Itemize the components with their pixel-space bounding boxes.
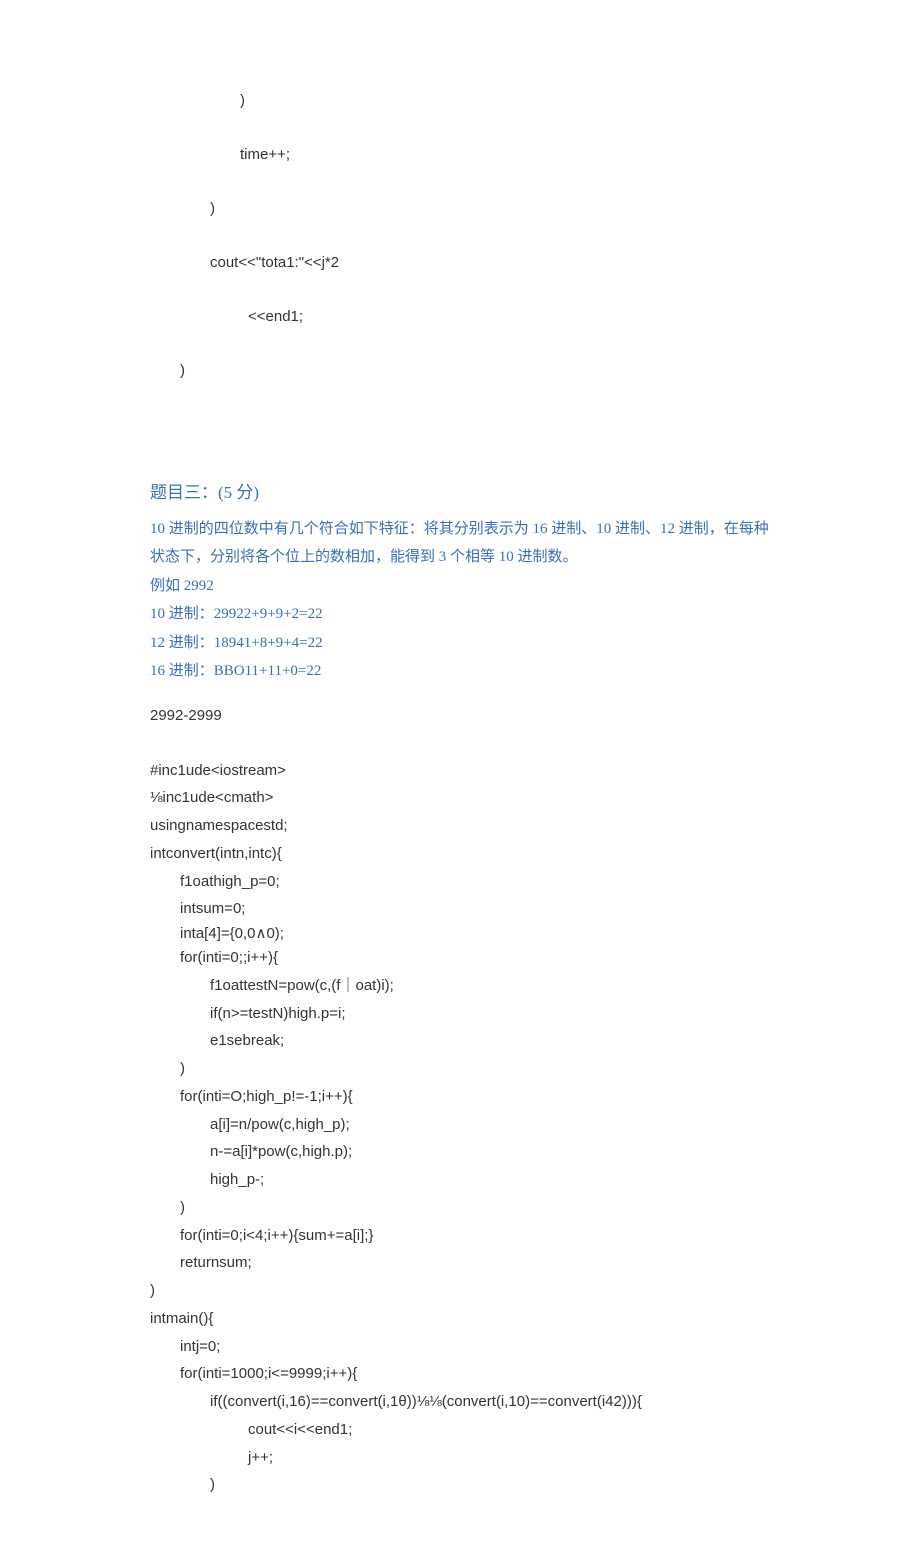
code-line: for(inti=0;i<4;i++){sum+=a[i];}: [150, 1222, 770, 1250]
code-line: inta[4]={0,0∧0);: [150, 923, 770, 944]
desc-line: 状态下，分别将各个位上的数相加，能得到 3 个相等 10 进制数。: [150, 543, 770, 572]
main-code-block: #inc1ude<iostream> ⅛inc1ude<cmath> using…: [150, 757, 770, 1500]
code-line: a[i]=n/pow(c,high_p);: [150, 1111, 770, 1139]
page: ) time++; ) cout<<"tota1:"<<j*2 <<end1; …: [0, 0, 920, 1559]
desc-line: 10 进制：29922+9+9+2=22: [150, 600, 770, 629]
code-line: f1oathigh_p=0;: [150, 868, 770, 896]
top-code-block: ) time++; ) cout<<"tota1:"<<j*2 <<end1; …: [150, 60, 770, 438]
code-line: ): [150, 195, 770, 222]
code-line: ): [150, 1194, 770, 1222]
code-line: e1sebreak;: [150, 1027, 770, 1055]
code-line: n-=a[i]*pow(c,high.p);: [150, 1138, 770, 1166]
code-line: for(inti=0;;i++){: [150, 944, 770, 972]
code-line: j++;: [150, 1444, 770, 1472]
code-line: ⅛inc1ude<cmath>: [150, 784, 770, 812]
code-line: time++;: [150, 141, 770, 168]
code-line: f1oattestN=pow(c,(f｜oat)i);: [150, 972, 770, 1000]
code-line: ): [150, 357, 770, 384]
desc-line: 12 进制：18941+8+9+4=22: [150, 629, 770, 658]
code-line: ): [150, 87, 770, 114]
code-line: usingnamespacestd;: [150, 812, 770, 840]
code-line: cout<<i<<end1;: [150, 1416, 770, 1444]
code-line: intj=0;: [150, 1333, 770, 1361]
code-line: if(n>=testN)high.p=i;: [150, 1000, 770, 1028]
desc-line: 16 进制：BBO11+11+0=22: [150, 657, 770, 686]
code-line: for(inti=1000;i<=9999;i++){: [150, 1360, 770, 1388]
code-line: high_p-;: [150, 1166, 770, 1194]
code-line: cout<<"tota1:"<<j*2: [150, 249, 770, 276]
range-line: 2992-2999: [150, 702, 770, 729]
question-3-title: 题目三：(5 分): [150, 478, 770, 509]
code-line: intsum=0;: [150, 895, 770, 923]
desc-line: 10 进制的四位数中有几个符合如下特征：将其分别表示为 16 进制、10 进制、…: [150, 515, 770, 544]
code-line: if((convert(i,16)==convert(i,1θ))⅛⅛(conv…: [150, 1388, 770, 1416]
code-line: intconvert(intn,intc){: [150, 840, 770, 868]
code-line: for(inti=O;high_p!=-1;i++){: [150, 1083, 770, 1111]
question-3-description: 10 进制的四位数中有几个符合如下特征：将其分别表示为 16 进制、10 进制、…: [150, 515, 770, 686]
code-line: intmain(){: [150, 1305, 770, 1333]
code-line: returnsum;: [150, 1249, 770, 1277]
desc-line: 例如 2992: [150, 572, 770, 601]
code-line: ): [150, 1055, 770, 1083]
code-line: ): [150, 1471, 770, 1499]
code-line: #inc1ude<iostream>: [150, 757, 770, 785]
code-line: <<end1;: [150, 303, 770, 330]
